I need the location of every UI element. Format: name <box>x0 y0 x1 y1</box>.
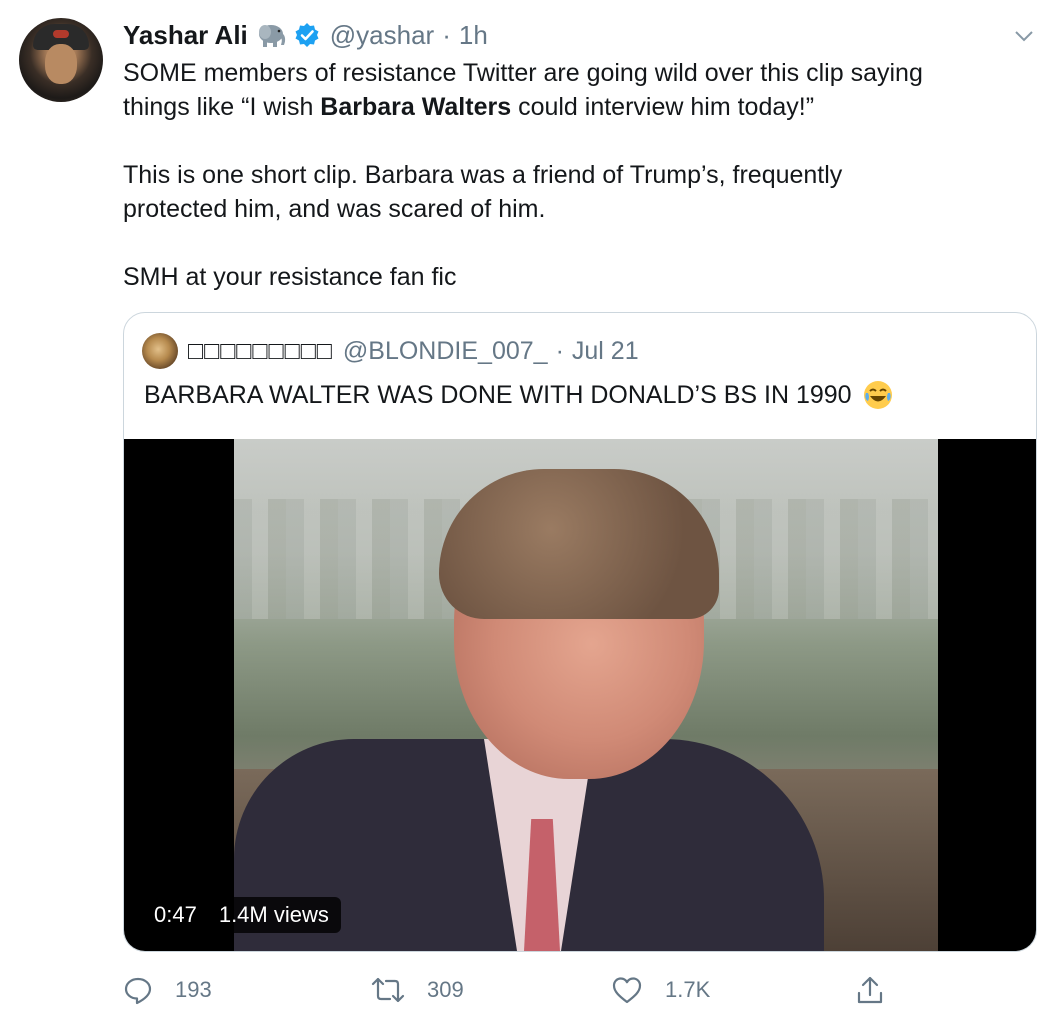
tweet-actions: 193 309 1.7K <box>123 968 903 1012</box>
tweet-line: SMH at your resistance fan fic <box>123 263 457 291</box>
video-views: 1.4M views <box>218 902 329 927</box>
quoted-date: Jul 21 <box>571 336 639 365</box>
share-button[interactable] <box>855 968 907 1012</box>
like-button[interactable]: 1.7K <box>611 968 710 1012</box>
quoted-author-avatar <box>142 333 178 369</box>
tweet-time[interactable]: 1h <box>459 20 488 51</box>
avatar-face <box>45 44 77 84</box>
avatar-cap-logo <box>53 30 69 38</box>
like-icon <box>612 977 642 1004</box>
author-name[interactable]: Yashar Ali <box>123 20 248 51</box>
video-info-badge: 0:47 1.4M views <box>142 897 341 933</box>
quoted-tweet-text: BARBARA WALTER WAS DONE WITH DONALD’S BS… <box>144 375 894 415</box>
tweet-line: This is one short clip. Barbara was a fr… <box>123 161 843 189</box>
tweet-line: SOME members of resistance Twitter are g… <box>123 59 923 87</box>
video-frame <box>234 439 938 951</box>
quoted-tweet-header: □□□□□□□□□ @BLONDIE_007_ · Jul 21 <box>188 333 639 369</box>
reply-icon <box>124 977 152 1005</box>
author-avatar[interactable] <box>19 18 103 102</box>
bold-mention: Barbara Walters <box>320 93 512 121</box>
elephant-emoji-icon <box>256 23 288 47</box>
quoted-separator: · <box>555 336 564 365</box>
author-handle[interactable]: @yashar <box>330 20 434 51</box>
video-player[interactable]: 0:47 1.4M views <box>124 439 1036 951</box>
video-duration: 0:47 <box>154 902 197 927</box>
like-count: 1.7K <box>665 977 711 1002</box>
reply-button[interactable]: 193 <box>123 968 212 1012</box>
retweet-count: 309 <box>427 977 464 1002</box>
header-separator: · <box>442 19 451 50</box>
chevron-down-icon[interactable] <box>1012 24 1036 48</box>
quoted-author-name: □□□□□□□□□ <box>188 336 333 365</box>
verified-badge-icon <box>294 22 320 48</box>
tweet-text: SOME members of resistance Twitter are g… <box>123 56 1043 294</box>
tweet-line: things like “I wish Barbara Walters coul… <box>123 93 815 121</box>
retweet-icon <box>371 977 405 1003</box>
share-icon <box>857 976 883 1004</box>
quoted-tweet[interactable]: □□□□□□□□□ @BLONDIE_007_ · Jul 21 BARBARA… <box>123 312 1037 952</box>
video-person-hair <box>439 469 719 619</box>
quoted-author-handle: @BLONDIE_007_ <box>342 336 548 365</box>
tweet-line: protected him, and was scared of him. <box>123 195 546 223</box>
laughing-emoji-icon <box>862 379 894 411</box>
reply-count: 193 <box>175 977 212 1002</box>
retweet-button[interactable]: 309 <box>371 968 464 1012</box>
tweet-header: Yashar Ali @yashar · 1h <box>123 18 488 52</box>
